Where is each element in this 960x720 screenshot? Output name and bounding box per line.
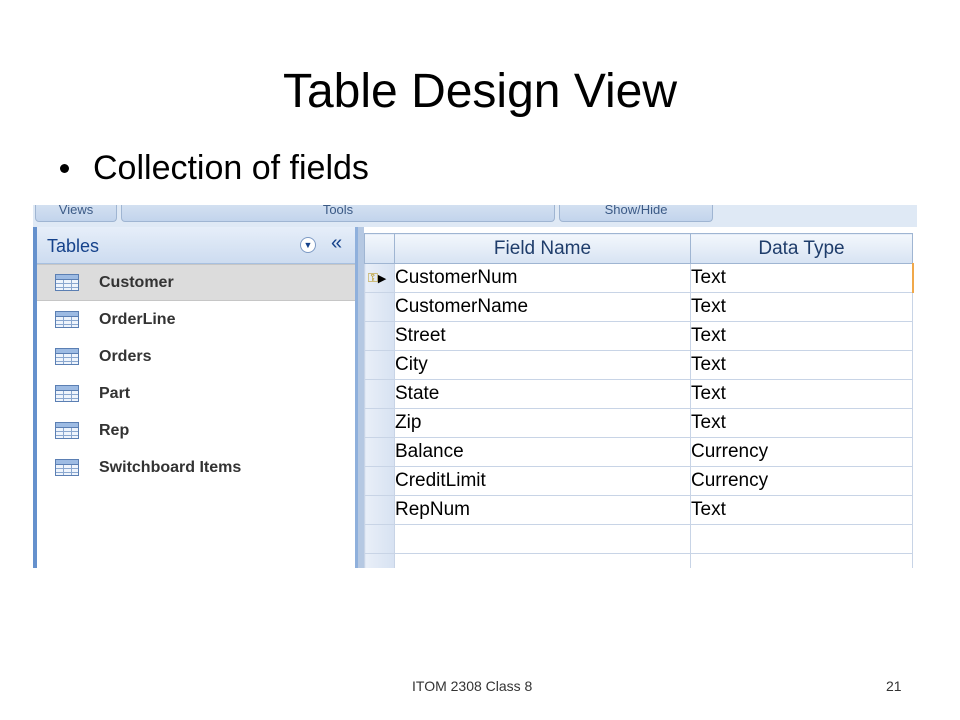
field-name-cell[interactable]: CreditLimit: [394, 466, 691, 496]
nav-item-label: Switchboard Items: [99, 458, 242, 476]
row-selector[interactable]: [364, 495, 395, 525]
field-row[interactable]: Zip Text: [364, 408, 913, 438]
key-glyph: ⚿: [368, 270, 378, 285]
field-name-cell[interactable]: [394, 524, 691, 554]
double-chevron-left-icon[interactable]: «: [331, 233, 342, 253]
row-selector[interactable]: [364, 379, 395, 409]
nav-table-list: Customer OrderLine Orders Part Rep Switchboar…: [37, 264, 355, 486]
field-row[interactable]: Balance Currency: [364, 437, 913, 467]
navigation-pane: Tables ▼ « Customer OrderLine Orders Part Re…: [33, 227, 358, 568]
data-type-cell[interactable]: Text: [690, 495, 913, 525]
row-selector[interactable]: [364, 350, 395, 380]
field-row[interactable]: [364, 553, 913, 568]
slide-title: Table Design View: [282, 65, 677, 118]
row-selector-corner[interactable]: [364, 233, 395, 264]
field-name-cell[interactable]: Zip: [394, 408, 691, 438]
data-type-cell[interactable]: Text: [690, 379, 913, 409]
field-name-cell[interactable]: State: [394, 379, 691, 409]
data-type-cell[interactable]: Currency: [690, 437, 913, 467]
table-icon: [55, 459, 79, 476]
nav-pane-header[interactable]: Tables ▼ «: [37, 227, 355, 264]
data-type-cell[interactable]: Currency: [690, 466, 913, 496]
table-icon: [55, 348, 79, 365]
row-selector[interactable]: [364, 553, 395, 568]
nav-item-rep[interactable]: Rep: [37, 412, 355, 449]
nav-item-orderline[interactable]: OrderLine: [37, 301, 355, 338]
table-icon: [55, 385, 79, 402]
page-number: 21: [886, 678, 902, 694]
field-name-cell[interactable]: Street: [394, 321, 691, 351]
data-type-cell[interactable]: Text: [690, 350, 913, 380]
ribbon-group-views[interactable]: Views: [35, 205, 117, 222]
chevron-down-circle-icon[interactable]: ▼: [300, 237, 316, 253]
footer-course: ITOM 2308 Class 8: [412, 678, 533, 694]
column-header-field-name[interactable]: Field Name: [394, 233, 691, 264]
nav-item-label: Part: [99, 384, 131, 402]
data-type-cell[interactable]: Text: [690, 263, 914, 293]
field-name-cell[interactable]: RepNum: [394, 495, 691, 525]
nav-item-label: Customer: [99, 273, 174, 291]
design-grid: Field Name Data Type ⚿▶ CustomerNum Text Cu…: [358, 227, 917, 568]
row-selector[interactable]: [364, 437, 395, 467]
row-selector[interactable]: [364, 408, 395, 438]
nav-item-switchboard-items[interactable]: Switchboard Items: [37, 449, 355, 486]
row-selector[interactable]: [364, 466, 395, 496]
column-header-data-type[interactable]: Data Type: [690, 233, 913, 264]
field-row[interactable]: RepNum Text: [364, 495, 913, 525]
field-name-cell[interactable]: CustomerName: [394, 292, 691, 322]
field-name-cell[interactable]: CustomerNum: [394, 263, 691, 293]
field-row[interactable]: City Text: [364, 350, 913, 380]
row-selector[interactable]: ⚿▶: [364, 263, 395, 293]
field-row[interactable]: CustomerName Text: [364, 292, 913, 322]
table-icon: [55, 274, 79, 291]
row-selector[interactable]: [364, 321, 395, 351]
field-row[interactable]: Street Text: [364, 321, 913, 351]
current-row-arrow-icon: ▶: [377, 273, 387, 285]
ribbon-group-tools[interactable]: Tools: [121, 205, 555, 222]
primary-key-icon: ⚿▶: [365, 270, 386, 285]
field-name-cell[interactable]: Balance: [394, 437, 691, 467]
bullet-item: Collection of fields: [60, 146, 369, 190]
field-row[interactable]: ⚿▶ CustomerNum Text: [364, 263, 914, 293]
field-row[interactable]: CreditLimit Currency: [364, 466, 913, 496]
nav-item-part[interactable]: Part: [37, 375, 355, 412]
field-table: Field Name Data Type ⚿▶ CustomerNum Text Cu…: [364, 233, 914, 568]
ribbon: Views Tools Show/Hide: [33, 205, 917, 227]
header-row: Field Name Data Type: [364, 233, 913, 264]
ribbon-group-show-hide[interactable]: Show/Hide: [559, 205, 713, 222]
row-selector[interactable]: [364, 524, 395, 554]
data-type-cell[interactable]: Text: [690, 408, 913, 438]
table-icon: [55, 311, 79, 328]
bullet-text: Collection of fields: [93, 149, 369, 187]
nav-item-label: Rep: [99, 421, 130, 439]
nav-item-label: Orders: [99, 347, 152, 365]
bullet-dot: [60, 163, 69, 173]
data-type-cell[interactable]: [690, 524, 913, 554]
data-type-cell[interactable]: Text: [690, 292, 913, 322]
nav-pane-title: Tables: [47, 236, 100, 256]
field-name-cell[interactable]: City: [394, 350, 691, 380]
nav-item-customer[interactable]: Customer: [37, 264, 355, 301]
access-screenshot: Views Tools Show/Hide Tables ▼ « Custome…: [33, 205, 917, 568]
data-type-cell[interactable]: Text: [690, 321, 913, 351]
field-row[interactable]: [364, 524, 913, 554]
field-row[interactable]: State Text: [364, 379, 913, 409]
nav-item-label: OrderLine: [99, 310, 176, 328]
nav-item-orders[interactable]: Orders: [37, 338, 355, 375]
table-icon: [55, 422, 79, 439]
data-type-cell[interactable]: [690, 553, 913, 568]
row-selector[interactable]: [364, 292, 395, 322]
field-name-cell[interactable]: [394, 553, 691, 568]
